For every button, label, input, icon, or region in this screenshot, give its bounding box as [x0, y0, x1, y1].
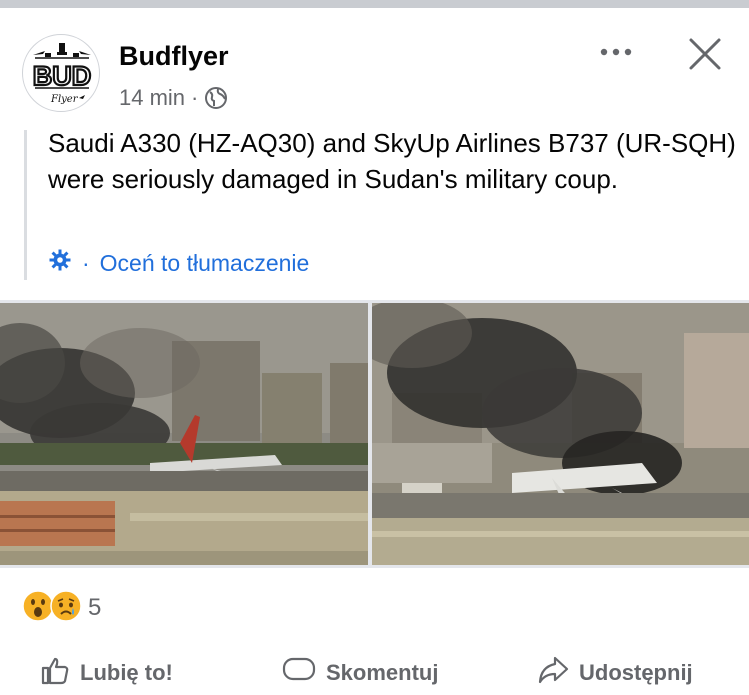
translation-row: · Oceń to tłumaczenie — [48, 248, 309, 278]
meta-separator: · — [191, 85, 199, 110]
translation-quote-bar — [24, 130, 27, 280]
post-text: Saudi A330 (HZ-AQ30) and SkyUp Airlines … — [48, 128, 736, 194]
svg-text:Flyer: Flyer — [50, 94, 79, 105]
comment-label: Skomentuj — [326, 660, 439, 685]
budflyer-logo: BUD Flyer — [32, 43, 92, 105]
post-meta: 14 min · — [119, 84, 228, 112]
post-time[interactable]: 14 min — [119, 85, 185, 111]
rate-translation-link[interactable]: Oceń to tłumaczenie — [100, 250, 310, 277]
comment-button[interactable]: Skomentuj — [282, 655, 438, 691]
svg-text:BUD: BUD — [33, 61, 92, 91]
comment-bubble-icon — [282, 655, 326, 691]
top-divider — [0, 0, 749, 8]
like-label: Lubię to! — [80, 660, 173, 685]
share-button[interactable]: Udostępnij — [537, 655, 693, 691]
like-button[interactable]: Lubię to! — [40, 655, 173, 691]
reactions-summary[interactable]: 5 — [22, 589, 102, 627]
gear-icon[interactable] — [48, 248, 72, 278]
page-avatar[interactable]: BUD Flyer — [22, 34, 100, 112]
post-photo-2[interactable] — [372, 303, 749, 565]
share-label: Udostępnij — [579, 660, 693, 685]
more-dots-icon — [600, 48, 632, 56]
reaction-count: 5 — [88, 594, 102, 621]
globe-icon — [204, 86, 228, 110]
close-icon — [689, 38, 721, 70]
share-arrow-icon — [537, 655, 579, 691]
post-author[interactable]: Budflyer — [119, 40, 229, 72]
sad-reaction-icon — [50, 589, 82, 627]
burning-aircraft-image-2 — [372, 303, 749, 565]
post-photo-1[interactable] — [0, 303, 368, 565]
thumbs-up-icon — [40, 655, 80, 691]
burning-aircraft-image-1 — [0, 303, 368, 565]
post-action-bar: Lubię to! Skomentuj Udostępnij — [0, 655, 749, 695]
translation-separator: · — [82, 249, 90, 276]
close-button[interactable] — [683, 32, 727, 76]
more-options-button[interactable] — [596, 38, 636, 66]
